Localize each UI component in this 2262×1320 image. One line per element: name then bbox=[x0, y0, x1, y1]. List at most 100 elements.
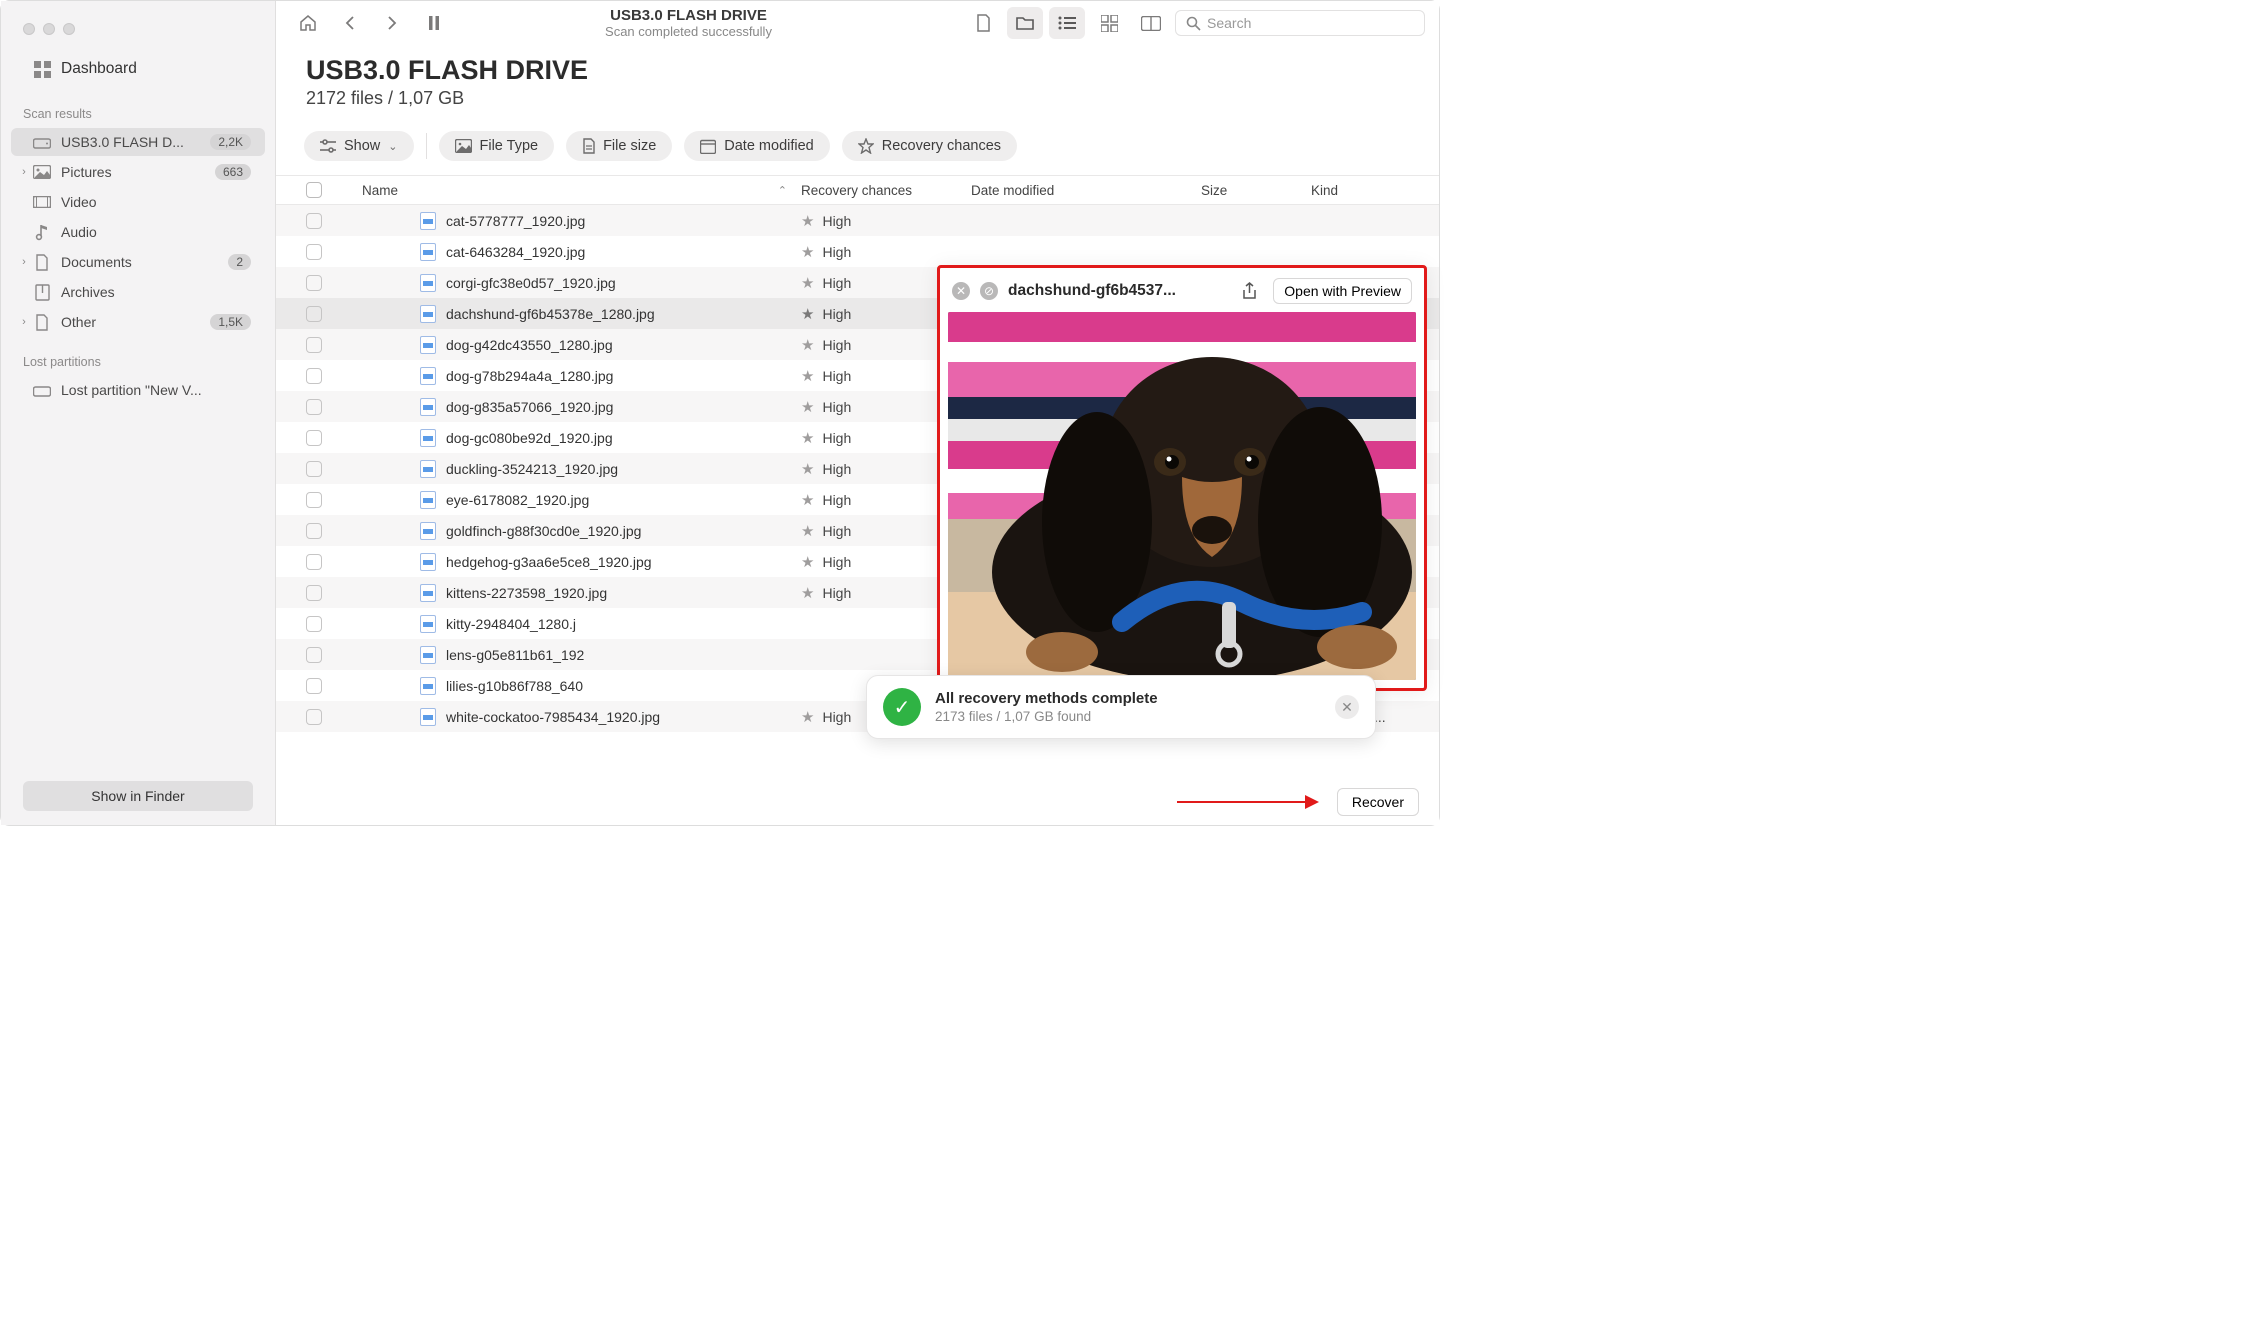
sidebar-item-label: Audio bbox=[61, 224, 251, 240]
table-header: Name⌃ Recovery chances Date modified Siz… bbox=[276, 175, 1439, 205]
star-icon bbox=[858, 138, 874, 154]
jpeg-file-icon bbox=[420, 491, 436, 509]
column-size[interactable]: Size bbox=[1201, 183, 1311, 198]
column-view-button[interactable] bbox=[1133, 7, 1169, 39]
row-checkbox[interactable] bbox=[290, 585, 338, 601]
row-checkbox[interactable] bbox=[290, 523, 338, 539]
file-name: duckling-3524213_1920.jpg bbox=[446, 461, 618, 477]
grid-view-button[interactable] bbox=[1091, 7, 1127, 39]
traffic-minimize[interactable] bbox=[43, 23, 55, 35]
sidebar-item-other[interactable]: › Other 1,5K bbox=[11, 308, 265, 336]
row-checkbox[interactable] bbox=[290, 709, 338, 725]
file-name-cell: kittens-2273598_1920.jpg bbox=[338, 584, 801, 602]
file-name: cat-6463284_1920.jpg bbox=[446, 244, 585, 260]
sidebar-item-drive[interactable]: USB3.0 FLASH D... 2,2K bbox=[11, 128, 265, 156]
toolbar-subtitle: Scan completed successfully bbox=[418, 24, 959, 39]
search-input[interactable]: Search bbox=[1175, 10, 1425, 36]
divider bbox=[426, 133, 427, 159]
jpeg-file-icon bbox=[420, 336, 436, 354]
row-checkbox[interactable] bbox=[290, 337, 338, 353]
row-checkbox[interactable] bbox=[290, 368, 338, 384]
file-size-filter[interactable]: File size bbox=[566, 131, 672, 161]
sidebar-item-archives[interactable]: Archives bbox=[11, 278, 265, 306]
show-filter[interactable]: Show ⌄ bbox=[304, 131, 414, 161]
row-checkbox[interactable] bbox=[290, 461, 338, 477]
dashboard-icon bbox=[33, 61, 51, 77]
row-checkbox[interactable] bbox=[290, 678, 338, 694]
row-checkbox[interactable] bbox=[290, 399, 338, 415]
column-date[interactable]: Date modified bbox=[971, 183, 1201, 198]
file-name: eye-6178082_1920.jpg bbox=[446, 492, 589, 508]
file-name: goldfinch-g88f30cd0e_1920.jpg bbox=[446, 523, 641, 539]
traffic-close[interactable] bbox=[23, 23, 35, 35]
row-checkbox[interactable] bbox=[290, 492, 338, 508]
sidebar-item-lost-partition[interactable]: Lost partition "New V... bbox=[11, 376, 265, 404]
table-row[interactable]: cat-6463284_1920.jpg ★ High bbox=[276, 236, 1439, 267]
prohibit-icon[interactable]: ⊘ bbox=[980, 282, 998, 300]
search-icon bbox=[1186, 16, 1201, 31]
sidebar-item-label: Lost partition "New V... bbox=[61, 382, 251, 398]
page-header: USB3.0 FLASH DRIVE 2172 files / 1,07 GB bbox=[276, 49, 1439, 119]
date-modified-filter[interactable]: Date modified bbox=[684, 131, 829, 161]
jpeg-file-icon bbox=[420, 212, 436, 230]
row-checkbox[interactable] bbox=[290, 430, 338, 446]
row-checkbox[interactable] bbox=[290, 275, 338, 291]
page-subtitle: 2172 files / 1,07 GB bbox=[306, 88, 1409, 109]
star-icon: ★ bbox=[801, 243, 814, 261]
column-name[interactable]: Name⌃ bbox=[338, 183, 801, 198]
open-with-preview-button[interactable]: Open with Preview bbox=[1273, 278, 1412, 304]
recovery-cell: ★ High bbox=[801, 243, 971, 261]
home-button[interactable] bbox=[290, 7, 326, 39]
file-name-cell: goldfinch-g88f30cd0e_1920.jpg bbox=[338, 522, 801, 540]
sidebar-item-pictures[interactable]: › Pictures 663 bbox=[11, 158, 265, 186]
file-view-button[interactable] bbox=[965, 7, 1001, 39]
show-in-finder-button[interactable]: Show in Finder bbox=[23, 781, 253, 811]
sidebar-item-documents[interactable]: › Documents 2 bbox=[11, 248, 265, 276]
recover-button[interactable]: Recover bbox=[1337, 788, 1419, 816]
recovery-value: High bbox=[822, 244, 851, 260]
sidebar-item-video[interactable]: Video bbox=[11, 188, 265, 216]
table-row[interactable]: cat-5778777_1920.jpg★High bbox=[276, 205, 1439, 236]
close-preview-button[interactable]: ✕ bbox=[952, 282, 970, 300]
preview-panel: ✕ ⊘ dachshund-gf6b4537... Open with Prev… bbox=[937, 265, 1427, 691]
file-name: kittens-2273598_1920.jpg bbox=[446, 585, 607, 601]
dashboard-nav[interactable]: Dashboard bbox=[11, 54, 265, 88]
list-view-button[interactable] bbox=[1049, 7, 1085, 39]
share-icon[interactable] bbox=[1236, 279, 1263, 303]
jpeg-file-icon bbox=[420, 274, 436, 292]
recovery-value: High bbox=[822, 213, 851, 229]
jpeg-file-icon bbox=[420, 243, 436, 261]
traffic-zoom[interactable] bbox=[63, 23, 75, 35]
folder-view-button[interactable] bbox=[1007, 7, 1043, 39]
row-checkbox[interactable] bbox=[290, 647, 338, 663]
search-placeholder: Search bbox=[1207, 15, 1251, 31]
file-name: dog-g42dc43550_1280.jpg bbox=[446, 337, 613, 353]
file-type-filter[interactable]: File Type bbox=[439, 131, 555, 161]
row-checkbox[interactable] bbox=[290, 244, 338, 260]
forward-button[interactable] bbox=[374, 7, 410, 39]
video-icon bbox=[33, 194, 51, 210]
recovery-value: High bbox=[822, 585, 851, 601]
column-kind[interactable]: Kind bbox=[1311, 183, 1421, 198]
row-checkbox[interactable] bbox=[290, 616, 338, 632]
file-name-cell: eye-6178082_1920.jpg bbox=[338, 491, 801, 509]
row-checkbox[interactable] bbox=[290, 213, 338, 229]
toolbar: USB3.0 FLASH DRIVE Scan completed succes… bbox=[276, 1, 1439, 49]
recovery-chances-filter[interactable]: Recovery chances bbox=[842, 131, 1017, 161]
row-checkbox[interactable] bbox=[290, 554, 338, 570]
column-recovery[interactable]: Recovery chances bbox=[801, 183, 971, 198]
callout-arrow bbox=[1177, 801, 1317, 803]
recovery-value: High bbox=[822, 399, 851, 415]
sidebar-item-audio[interactable]: Audio bbox=[11, 218, 265, 246]
preview-filename: dachshund-gf6b4537... bbox=[1008, 282, 1226, 300]
file-name: lilies-g10b86f788_640 bbox=[446, 678, 583, 694]
scan-results-header: Scan results bbox=[1, 89, 275, 127]
jpeg-file-icon bbox=[420, 398, 436, 416]
notification-close-button[interactable]: ✕ bbox=[1335, 695, 1359, 719]
jpeg-file-icon bbox=[420, 367, 436, 385]
jpeg-file-icon bbox=[420, 429, 436, 447]
select-all-checkbox[interactable] bbox=[290, 182, 338, 198]
sidebar-item-label: Documents bbox=[61, 254, 228, 270]
row-checkbox[interactable] bbox=[290, 306, 338, 322]
back-button[interactable] bbox=[332, 7, 368, 39]
